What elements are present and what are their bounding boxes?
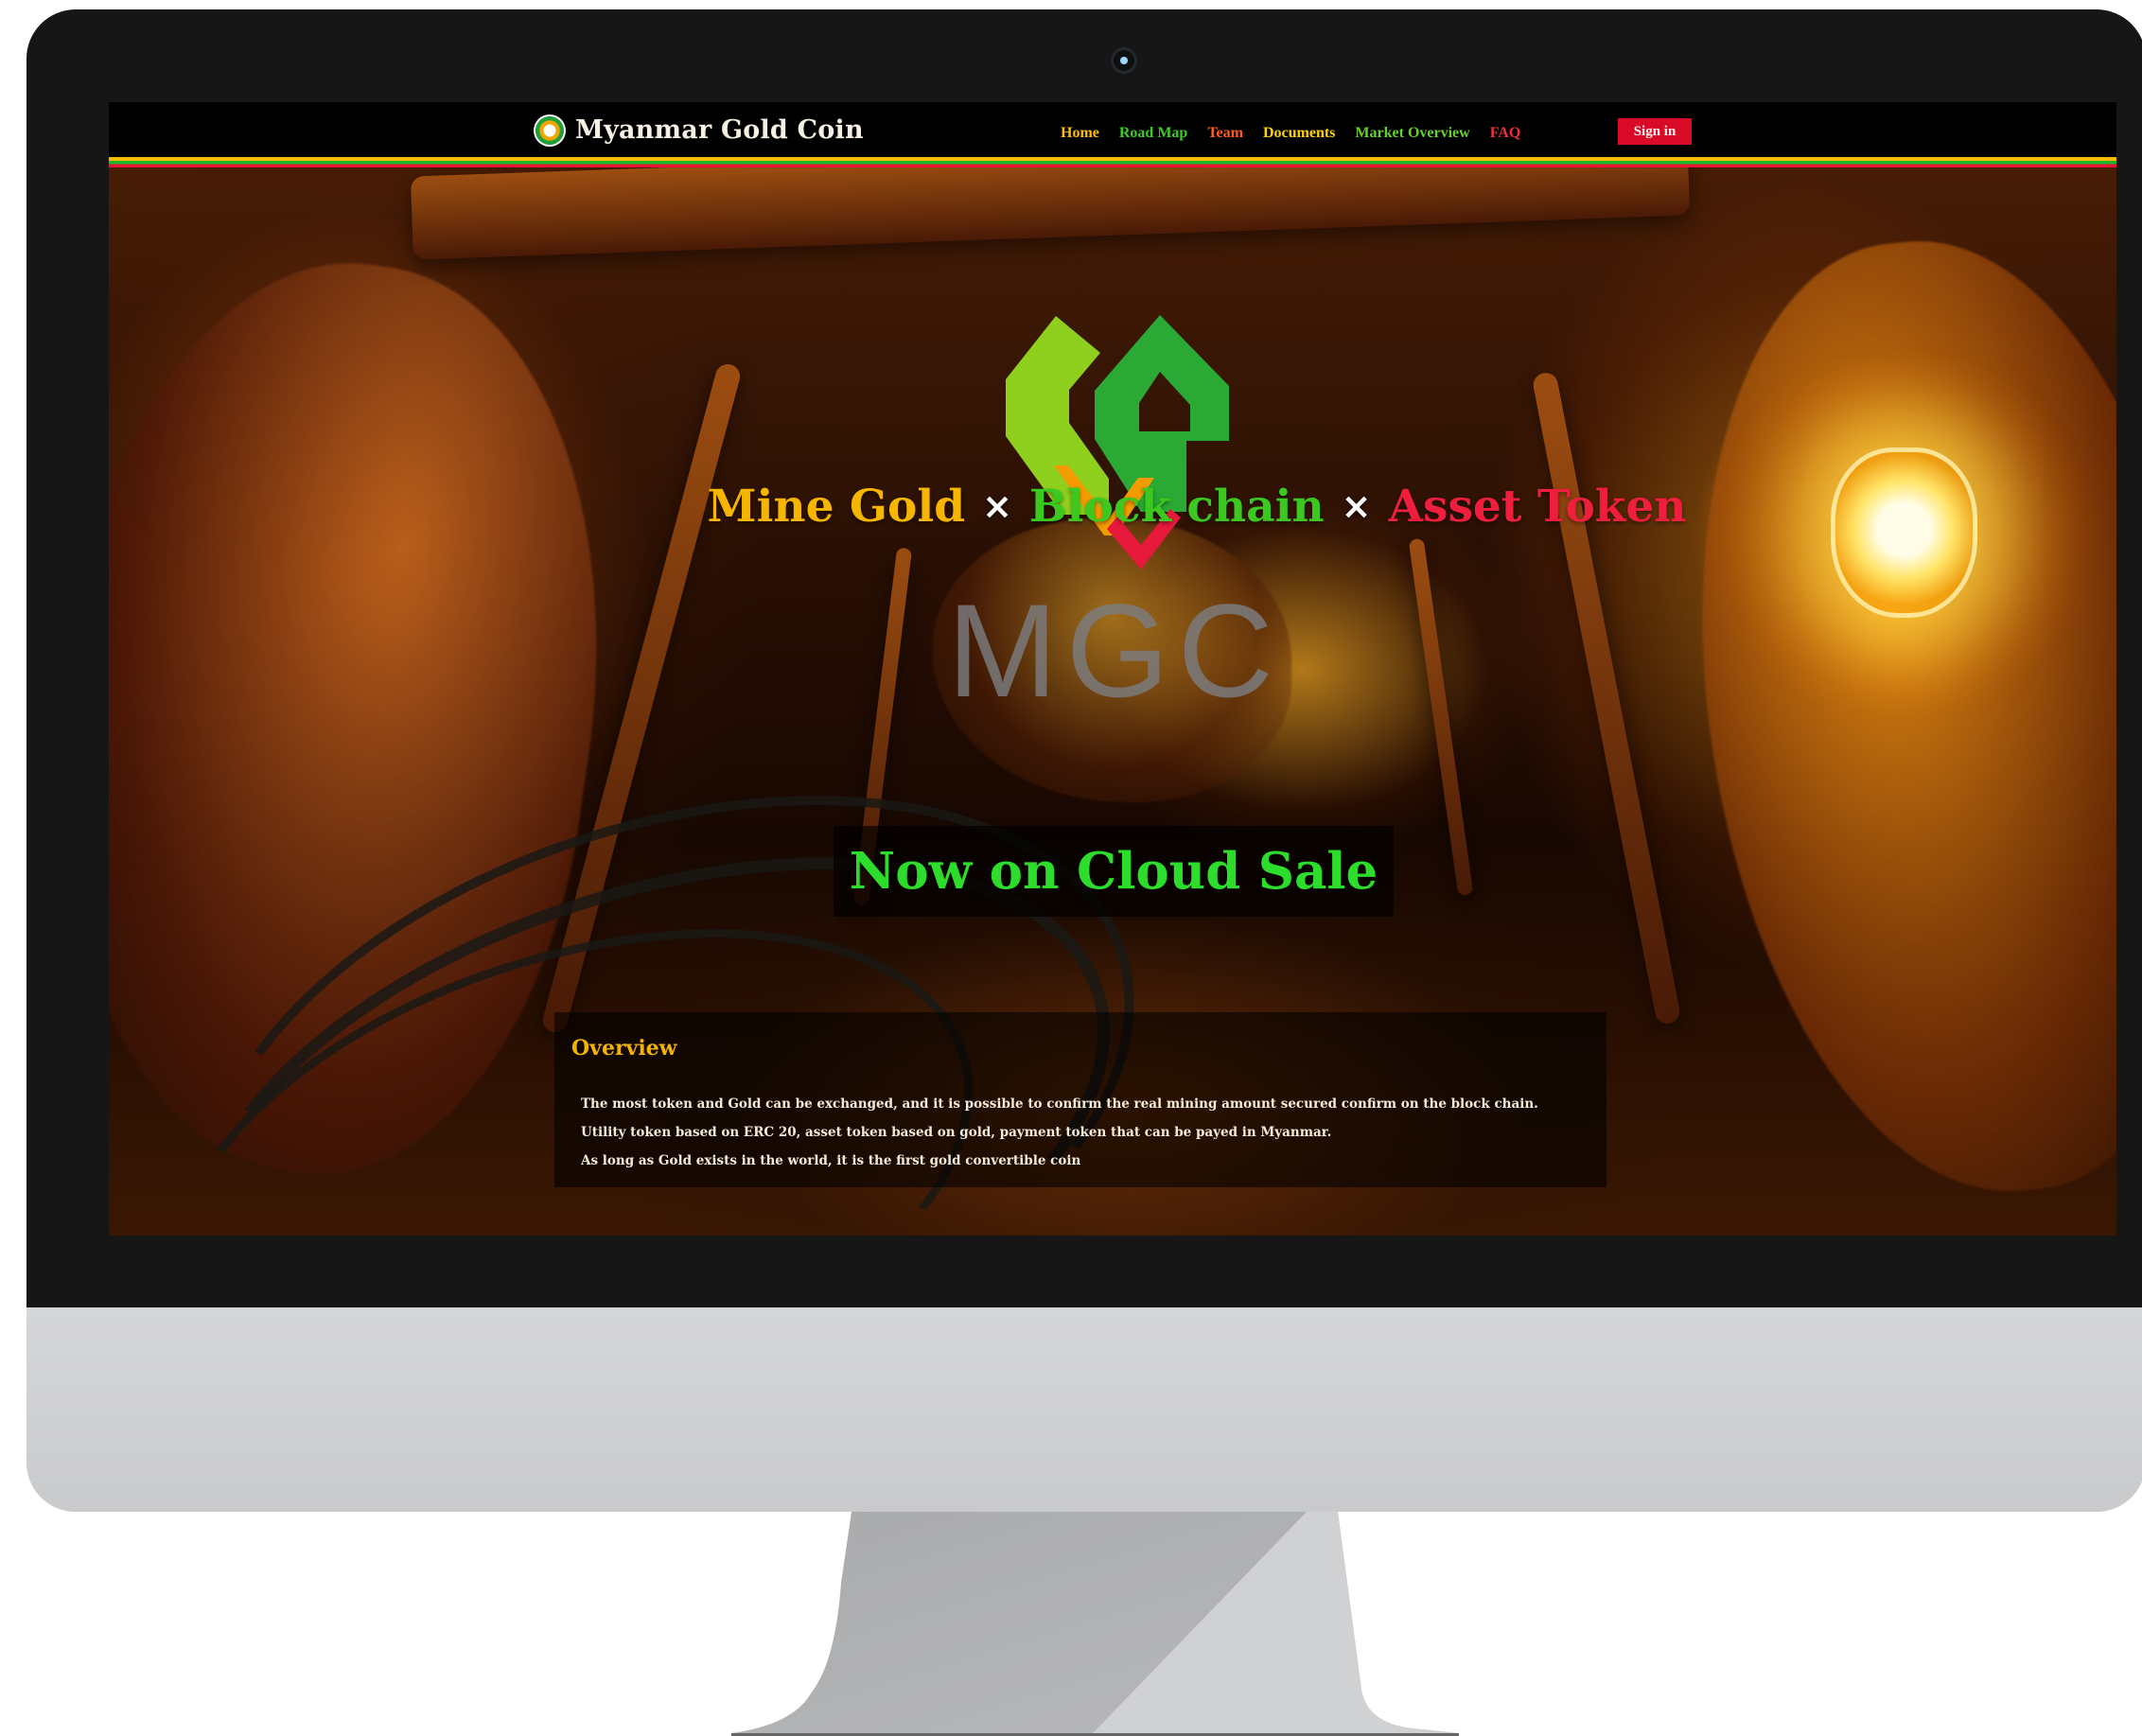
tricolor-stripe — [109, 157, 2116, 167]
overview-text: The most token and Gold can be exchanged… — [581, 1090, 1593, 1175]
overview-line: Utility token based on ERC 20, asset tok… — [581, 1125, 1332, 1140]
brand-link[interactable]: Myanmar Gold Coin — [536, 115, 864, 145]
mine-lamp-icon — [1831, 447, 1977, 618]
mgc-coin-icon — [536, 115, 564, 145]
stand-highlight — [1093, 1512, 1459, 1733]
mgc-logo-icon — [1006, 315, 1229, 570]
tagline-asset-token: Asset Token — [1388, 480, 1687, 533]
tagline-cross: × — [982, 485, 1012, 527]
nav-documents[interactable]: Documents — [1263, 125, 1335, 142]
nav-faq[interactable]: FAQ — [1490, 125, 1521, 142]
main-navigation: Home Road Map Team Documents Market Over… — [1061, 125, 1520, 142]
nav-team[interactable]: Team — [1207, 125, 1243, 142]
camera-icon — [1111, 47, 1137, 74]
tagline-cross: × — [1341, 485, 1372, 527]
nav-road-map[interactable]: Road Map — [1119, 125, 1187, 142]
brand-name: Myanmar Gold Coin — [575, 115, 864, 145]
overview-line: As long as Gold exists in the world, it … — [581, 1153, 1081, 1168]
overview-line: The most token and Gold can be exchanged… — [581, 1096, 1538, 1112]
sign-in-button[interactable]: Sign in — [1618, 118, 1692, 145]
hero-tagline: Mine Gold × Block chain × Asset Token — [653, 473, 1741, 539]
tagline-block-chain: Block chain — [1028, 480, 1325, 533]
stand-neck-shape — [731, 1512, 1459, 1733]
mgc-wordmark: MGC — [947, 576, 1282, 725]
nav-home[interactable]: Home — [1061, 125, 1099, 142]
tagline-mine-gold: Mine Gold — [707, 480, 966, 533]
overview-title: Overview — [571, 1036, 677, 1061]
monitor-chin — [26, 1307, 2142, 1512]
cloud-sale-button[interactable]: Now on Cloud Sale — [834, 826, 1394, 917]
website-screen: Myanmar Gold Coin Home Road Map Team Doc… — [109, 102, 2116, 1236]
overview-panel: Overview The most token and Gold can be … — [554, 1012, 1606, 1187]
nav-market-overview[interactable]: Market Overview — [1355, 125, 1469, 142]
